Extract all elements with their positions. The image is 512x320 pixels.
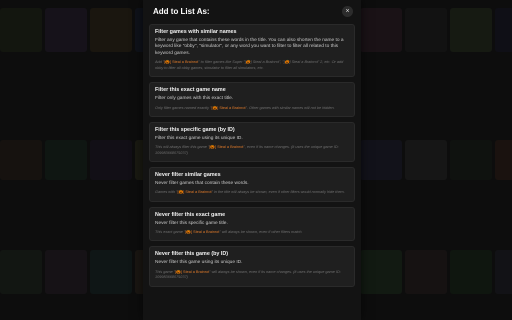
option-description: Filter any game that contains these word… (155, 38, 344, 56)
option-description: Filter this exact game using its unique … (155, 135, 243, 141)
example-text: This exact game " (155, 230, 186, 235)
option-example: This game "[🎃] Steal a Brainrot" will al… (155, 270, 349, 281)
option-title: Filter this specific game (by ID) (155, 126, 235, 133)
example-game-name: [🎃] Steal a Brainrot (177, 190, 212, 195)
example-text: " will always be shown, even if other fi… (219, 230, 303, 235)
example-game-name: [🎃] Steal a Brainrot (164, 60, 199, 65)
dialog-title: Add to List As: (153, 6, 210, 16)
option-never-filter-by-id[interactable]: Never filter this game (by ID) Never fil… (149, 246, 355, 287)
option-title: Filter this exact game name (155, 87, 226, 94)
example-text: ". Other games with similar names will n… (245, 105, 335, 110)
dialog-header: Add to List As: × (143, 0, 361, 22)
example-text: Games with " (155, 190, 178, 195)
option-description: Never filter this specific game title. (155, 220, 228, 226)
example-game-name: [🎃] Steal a Brainrot (175, 269, 210, 274)
example-text: " in the title will always be shown, eve… (211, 190, 345, 195)
close-button[interactable]: × (342, 5, 353, 17)
option-never-filter-exact[interactable]: Never filter this exact game Never filte… (149, 206, 355, 242)
example-game-name: [🎃] Steal a Brainrot (209, 145, 244, 150)
example-game-name: [🎃] Steal a Brainrot (185, 230, 220, 235)
option-description: Never filter games that contain these wo… (155, 180, 249, 186)
option-description: Never filter this game using its unique … (155, 260, 243, 266)
example-text: Only filter games named exactly " (155, 105, 212, 110)
option-example: Only filter games named exactly "[🎃] Ste… (155, 106, 349, 111)
option-example: This will always filter this game "[🎃] S… (155, 145, 349, 156)
example-text: Add " (155, 60, 165, 65)
option-title: Filter games with similar names (155, 29, 237, 35)
option-list: Filter games with similar names Filter a… (143, 22, 361, 287)
option-title: Never filter this game (by ID) (155, 251, 229, 258)
option-title: Never filter similar games (155, 171, 221, 178)
option-example: This exact game "[🎃] Steal a Brainrot" w… (155, 230, 349, 235)
option-title: Never filter this exact game (155, 211, 226, 218)
option-example: Add "[🎃] Steal a Brainrot" to filter gam… (155, 60, 349, 71)
example-text: This game " (155, 269, 176, 274)
option-never-filter-similar[interactable]: Never filter similar games Never filter … (149, 166, 355, 202)
option-filter-by-id[interactable]: Filter this specific game (by ID) Filter… (149, 121, 355, 162)
example-game-name: [🎃] Steal a Brainrot (211, 105, 246, 110)
option-example: Games with "[🎃] Steal a Brainrot" in the… (155, 190, 349, 195)
example-text: This will always filter this game " (155, 145, 210, 150)
option-description: Filter only games with this exact title. (155, 96, 234, 102)
add-to-list-dialog: Add to List As: × Filter games with simi… (143, 0, 361, 320)
option-filter-exact-name[interactable]: Filter this exact game name Filter only … (149, 82, 355, 117)
option-filter-similar-names[interactable]: Filter games with similar names Filter a… (149, 24, 355, 78)
